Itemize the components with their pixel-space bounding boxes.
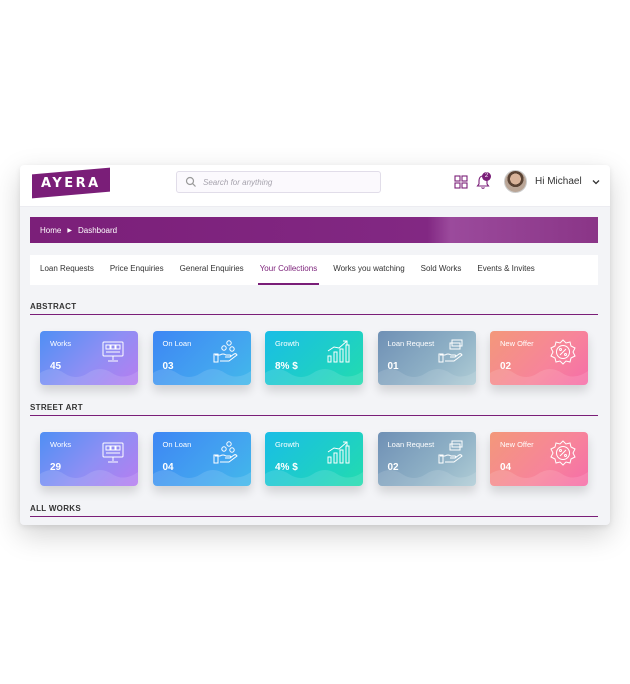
card-label: On Loan [162, 339, 192, 348]
growth-chart-icon [327, 340, 350, 363]
card-value: 29 [50, 462, 62, 473]
tab-sold-works[interactable]: Sold Works [421, 255, 462, 285]
breadcrumb-current: Dashboard [77, 225, 118, 235]
hand-money-icon [438, 339, 463, 363]
notification-badge: 2 [482, 172, 491, 181]
card-value: 04 [162, 462, 174, 473]
card-label: Loan Request [387, 339, 435, 348]
card-value: 03 [162, 361, 174, 372]
card-growth[interactable]: Growth 4% $ [265, 432, 363, 486]
percent-badge-icon [550, 440, 576, 466]
monitor-icon [102, 341, 124, 362]
monitor-icon [102, 442, 124, 463]
grid-view-icon[interactable] [454, 175, 468, 189]
card-label: Loan Request [387, 440, 435, 449]
tab-loan-requests[interactable]: Loan Requests [40, 255, 94, 285]
card-new-offer[interactable]: New Offer 02 [490, 331, 588, 385]
tab-works-you-watching[interactable]: Works you watching [333, 255, 404, 285]
section-title-all-works: ALL WORKS [30, 504, 598, 517]
hand-coins-icon [213, 441, 238, 464]
search-input[interactable] [203, 177, 373, 187]
top-bar: AYERA 2 Hi Michael [20, 165, 610, 207]
tab-your-collections[interactable]: Your Collections [257, 255, 319, 285]
caret-right-icon: ▶ [67, 227, 72, 234]
card-new-offer[interactable]: New Offer 04 [490, 432, 588, 486]
app-window: AYERA 2 Hi Michael Home ▶ Dashboard [20, 165, 610, 525]
card-label: On Loan [162, 440, 192, 449]
card-value: 02 [500, 361, 512, 372]
logo[interactable]: AYERA [32, 167, 110, 199]
section-title-abstract: ABSTRACT [30, 302, 598, 315]
tab-events-invites[interactable]: Events & Invites [477, 255, 534, 285]
tab-price-enquiries[interactable]: Price Enquiries [110, 255, 164, 285]
card-value: 02 [387, 462, 399, 473]
card-label: Growth [275, 339, 300, 348]
search-icon [185, 176, 196, 187]
card-works[interactable]: Works 29 [40, 432, 138, 486]
card-growth[interactable]: Growth 8% $ [265, 331, 363, 385]
card-value: 8% $ [275, 361, 298, 372]
card-loan-request[interactable]: Loan Request 02 [377, 432, 476, 486]
search-box[interactable] [176, 171, 381, 193]
hand-coins-icon [213, 340, 238, 363]
card-value: 01 [387, 361, 399, 372]
card-label: New Offer [500, 339, 534, 348]
card-on-loan[interactable]: On Loan 03 [152, 331, 251, 385]
card-value: 45 [50, 361, 62, 372]
avatar[interactable] [504, 170, 527, 193]
tab-bar: Loan Requests Price Enquiries General En… [30, 255, 598, 285]
section-title-street-art: STREET ART [30, 403, 598, 416]
abstract-cards: Works 45 On Loan 03 Growth 8% $ Loan Req… [40, 331, 603, 385]
greeting[interactable]: Hi Michael [535, 176, 582, 187]
card-label: Growth [275, 440, 300, 449]
card-on-loan[interactable]: On Loan 04 [152, 432, 251, 486]
breadcrumb: Home ▶ Dashboard [30, 217, 598, 243]
hand-money-icon [438, 440, 463, 464]
card-label: Works [50, 440, 72, 449]
card-works[interactable]: Works 45 [40, 331, 138, 385]
breadcrumb-home[interactable]: Home [40, 226, 61, 235]
growth-chart-icon [327, 441, 350, 464]
logo-text: AYERA [41, 175, 101, 191]
tab-general-enquiries[interactable]: General Enquiries [180, 255, 244, 285]
chevron-down-icon[interactable] [592, 178, 600, 186]
percent-badge-icon [550, 339, 576, 365]
card-value: 04 [500, 462, 512, 473]
card-label: New Offer [500, 440, 534, 449]
card-label: Works [50, 339, 72, 348]
street-art-cards: Works 29 On Loan 04 Growth 4% $ Loan Req… [40, 432, 603, 486]
card-loan-request[interactable]: Loan Request 01 [377, 331, 476, 385]
card-value: 4% $ [275, 462, 298, 473]
